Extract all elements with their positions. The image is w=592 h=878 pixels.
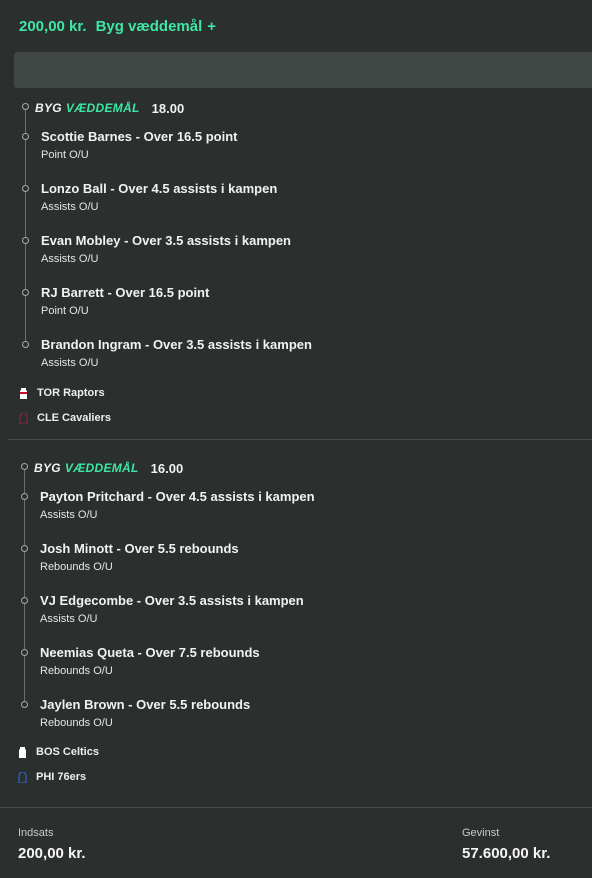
leg-item: Scottie Barnes - Over 16.5 point Point O… [41, 129, 238, 161]
leg-item: Brandon Ingram - Over 3.5 assists i kamp… [41, 337, 312, 369]
leg-title: Jaylen Brown - Over 5.5 rebounds [40, 697, 251, 712]
plus-icon: + [207, 17, 217, 35]
leg-dot [22, 289, 29, 296]
stake-label: Indsats [18, 827, 54, 839]
leg-dot [21, 493, 28, 500]
leg-dot [22, 341, 29, 348]
leg-title: Josh Minott - Over 5.5 rebounds [40, 541, 239, 556]
leg-item: Neemias Queta - Over 7.5 rebounds Reboun… [40, 645, 260, 677]
group-header: BYG VÆDDEMÅL 16.00 [34, 458, 183, 478]
leg-market: Point O/U [41, 305, 89, 317]
leg-item: Payton Pritchard - Over 4.5 assists i ka… [40, 489, 315, 521]
leg-item: RJ Barrett - Over 16.5 point Point O/U [41, 285, 209, 317]
divider [8, 439, 592, 440]
group-odds: 18.00 [151, 100, 185, 116]
bet-slip-header[interactable]: 200,00 kr. Byg væddemål + [0, 0, 592, 52]
leg-item: Lonzo Ball - Over 4.5 assists i kampen A… [41, 181, 277, 213]
leg-item: VJ Edgecombe - Over 3.5 assists i kampen… [40, 593, 304, 625]
leg-market: Rebounds O/U [40, 561, 113, 573]
group-dot [21, 463, 28, 470]
leg-market: Assists O/U [40, 509, 98, 521]
leg-title: Lonzo Ball - Over 4.5 assists i kampen [41, 181, 278, 196]
team-name: PHI 76ers [36, 771, 87, 783]
leg-dot [22, 185, 29, 192]
team-row: BOS Celtics [18, 746, 99, 758]
team-name: BOS Celtics [36, 746, 99, 758]
team-row: TOR Raptors [19, 387, 105, 399]
header-amount: 200,00 kr. [19, 17, 87, 35]
header-label: Byg væddemål [95, 17, 203, 35]
leg-market: Rebounds O/U [40, 717, 113, 729]
team-row: CLE Cavaliers [19, 412, 111, 424]
leg-title: Scottie Barnes - Over 16.5 point [41, 129, 238, 144]
bet-builder-label: BYG VÆDDEMÅL [35, 101, 140, 115]
team-row: PHI 76ers [18, 771, 86, 783]
leg-dot [22, 237, 29, 244]
leg-title: RJ Barrett - Over 16.5 point [41, 285, 210, 300]
leg-market: Assists O/U [41, 201, 99, 213]
header-bar [14, 52, 592, 88]
jersey-icon [19, 746, 26, 758]
team-name: TOR Raptors [37, 387, 105, 399]
leg-item: Evan Mobley - Over 3.5 assists i kampen … [41, 233, 291, 265]
group-dot [22, 103, 29, 110]
stake-value: 200,00 kr. [18, 845, 86, 862]
team-name: CLE Cavaliers [37, 412, 111, 424]
leg-market: Assists O/U [40, 613, 98, 625]
leg-dot [22, 133, 29, 140]
leg-title: Evan Mobley - Over 3.5 assists i kampen [41, 233, 292, 248]
leg-dot [21, 701, 28, 708]
leg-market: Point O/U [41, 149, 89, 161]
leg-dot [21, 649, 28, 656]
leg-item: Josh Minott - Over 5.5 rebounds Rebounds… [40, 541, 239, 573]
bet-summary: Indsats 200,00 kr. Gevinst 57.600,00 kr. [0, 807, 592, 878]
leg-item: Jaylen Brown - Over 5.5 rebounds Rebound… [40, 697, 250, 729]
leg-title: Payton Pritchard - Over 4.5 assists i ka… [40, 489, 315, 504]
leg-market: Assists O/U [41, 253, 99, 265]
leg-title: VJ Edgecombe - Over 3.5 assists i kampen [40, 593, 304, 608]
connector-line [25, 108, 26, 344]
connector-line [24, 468, 25, 704]
leg-dot [21, 597, 28, 604]
leg-title: Neemias Queta - Over 7.5 rebounds [40, 645, 260, 660]
leg-dot [21, 545, 28, 552]
win-value: 57.600,00 kr. [462, 845, 551, 862]
jersey-icon [18, 771, 27, 783]
group-header: BYG VÆDDEMÅL 18.00 [35, 98, 184, 118]
leg-title: Brandon Ingram - Over 3.5 assists i kamp… [41, 337, 312, 352]
leg-market: Assists O/U [41, 357, 99, 369]
bet-builder-label: BYG VÆDDEMÅL [34, 461, 139, 475]
jersey-icon [19, 412, 28, 424]
group-odds: 16.00 [150, 460, 184, 476]
win-label: Gevinst [462, 827, 500, 839]
jersey-icon [20, 387, 27, 399]
leg-market: Rebounds O/U [40, 665, 113, 677]
